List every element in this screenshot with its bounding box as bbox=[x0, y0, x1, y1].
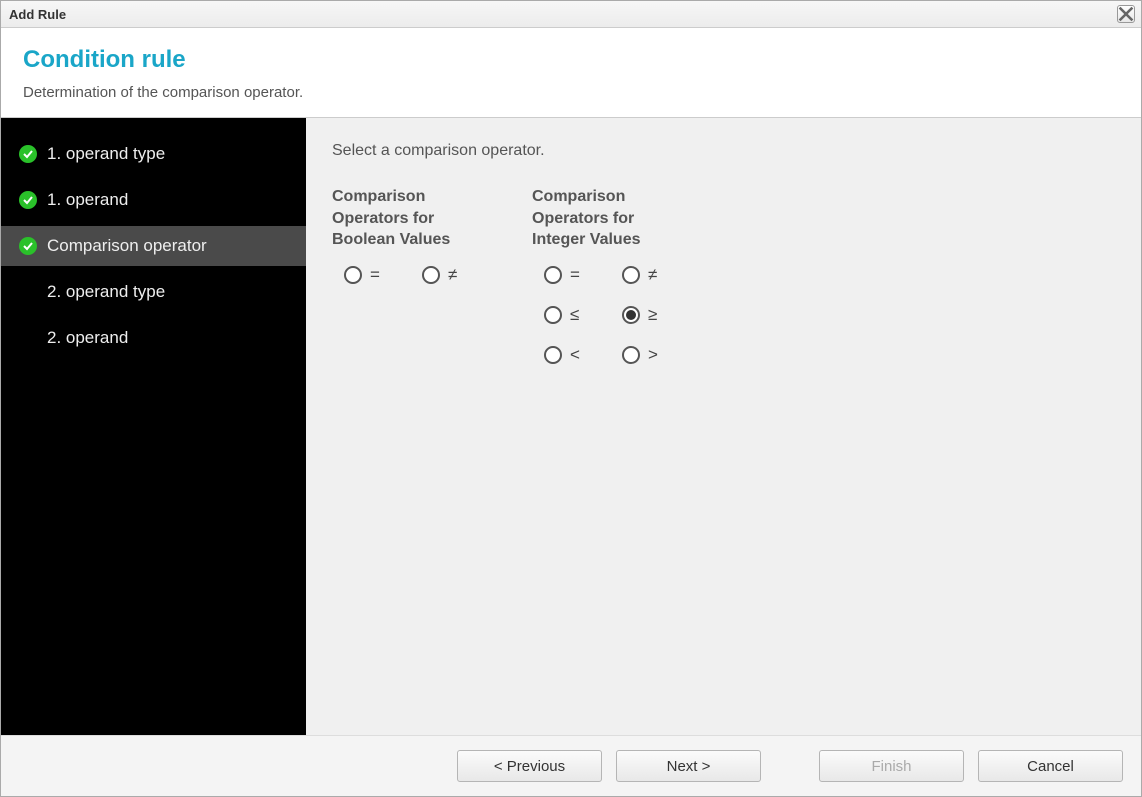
radio-icon bbox=[422, 266, 440, 284]
next-button[interactable]: Next > bbox=[616, 750, 761, 782]
radio-label: ≠ bbox=[648, 265, 662, 285]
radio-label: = bbox=[570, 265, 584, 285]
radio-label: < bbox=[570, 345, 584, 365]
radio-label: > bbox=[648, 345, 662, 365]
step-label: Comparison operator bbox=[47, 236, 207, 256]
radio-label: ≥ bbox=[648, 305, 662, 325]
radio-icon bbox=[622, 306, 640, 324]
step-placeholder-icon bbox=[19, 283, 37, 301]
radio-label: ≠ bbox=[448, 265, 462, 285]
check-icon bbox=[19, 191, 37, 209]
radio-icon bbox=[622, 266, 640, 284]
check-icon bbox=[19, 237, 37, 255]
boolean-eq-option[interactable]: = bbox=[344, 265, 384, 285]
integer-group-title: Comparison Operators for Integer Values bbox=[532, 186, 672, 251]
dialog-titlebar: Add Rule bbox=[1, 1, 1141, 28]
integer-neq-option[interactable]: ≠ bbox=[622, 265, 662, 285]
boolean-neq-option[interactable]: ≠ bbox=[422, 265, 462, 285]
wizard-content: Select a comparison operator. Comparison… bbox=[306, 118, 1141, 735]
wizard-body: 1. operand type 1. operand Comparison op… bbox=[1, 118, 1141, 735]
radio-icon bbox=[544, 346, 562, 364]
close-button[interactable] bbox=[1117, 5, 1135, 23]
previous-button[interactable]: < Previous bbox=[457, 750, 602, 782]
step-label: 1. operand type bbox=[47, 144, 165, 164]
integer-lte-option[interactable]: ≤ bbox=[544, 305, 584, 325]
dialog-title: Add Rule bbox=[9, 7, 66, 22]
radio-icon bbox=[544, 306, 562, 324]
step-operand2-type[interactable]: 2. operand type bbox=[1, 272, 306, 312]
boolean-group-title: Comparison Operators for Boolean Values bbox=[332, 186, 472, 251]
wizard-subtitle: Determination of the comparison operator… bbox=[23, 84, 1119, 101]
finish-button[interactable]: Finish bbox=[819, 750, 964, 782]
radio-label: = bbox=[370, 265, 384, 285]
step-label: 2. operand type bbox=[47, 282, 165, 302]
boolean-operators-group: Comparison Operators for Boolean Values … bbox=[332, 186, 472, 365]
step-label: 2. operand bbox=[47, 328, 128, 348]
cancel-button[interactable]: Cancel bbox=[978, 750, 1123, 782]
radio-label: ≤ bbox=[570, 305, 584, 325]
radio-icon bbox=[344, 266, 362, 284]
wizard-header: Condition rule Determination of the comp… bbox=[1, 28, 1141, 118]
add-rule-dialog: Add Rule Condition rule Determination of… bbox=[0, 0, 1142, 797]
wizard-button-bar: < Previous Next > Finish Cancel bbox=[1, 735, 1141, 796]
close-icon bbox=[1118, 6, 1134, 22]
integer-gte-option[interactable]: ≥ bbox=[622, 305, 662, 325]
radio-icon bbox=[544, 266, 562, 284]
integer-lt-option[interactable]: < bbox=[544, 345, 584, 365]
step-comparison-operator[interactable]: Comparison operator bbox=[1, 226, 306, 266]
step-operand2[interactable]: 2. operand bbox=[1, 318, 306, 358]
radio-icon bbox=[622, 346, 640, 364]
wizard-title: Condition rule bbox=[23, 46, 1119, 74]
step-placeholder-icon bbox=[19, 329, 37, 347]
integer-gt-option[interactable]: > bbox=[622, 345, 662, 365]
integer-eq-option[interactable]: = bbox=[544, 265, 584, 285]
step-operand1-type[interactable]: 1. operand type bbox=[1, 134, 306, 174]
wizard-steps-sidebar: 1. operand type 1. operand Comparison op… bbox=[1, 118, 306, 735]
instruction-text: Select a comparison operator. bbox=[332, 142, 1115, 160]
step-label: 1. operand bbox=[47, 190, 128, 210]
check-icon bbox=[19, 145, 37, 163]
step-operand1[interactable]: 1. operand bbox=[1, 180, 306, 220]
operator-groups: Comparison Operators for Boolean Values … bbox=[332, 186, 1115, 365]
button-spacer bbox=[775, 750, 805, 782]
integer-operators-group: Comparison Operators for Integer Values … bbox=[532, 186, 672, 365]
